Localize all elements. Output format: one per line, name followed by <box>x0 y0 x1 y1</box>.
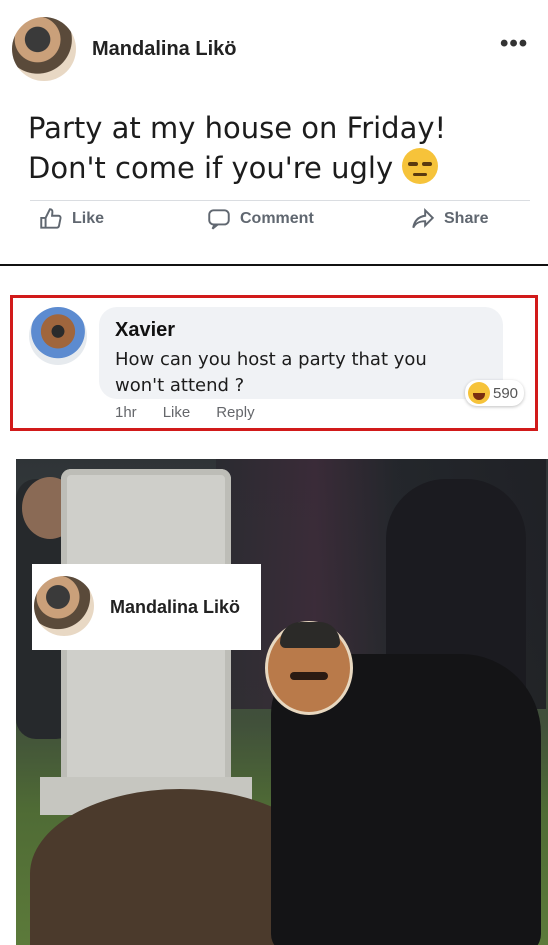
post-author[interactable]: Mandalina Likö <box>92 38 236 61</box>
haha-reaction-icon <box>468 382 490 404</box>
meme-image: Mandalina Likö <box>16 459 548 945</box>
reaction-count: 590 <box>493 384 519 402</box>
comment-time: 1hr <box>115 404 137 421</box>
tag-name: Mandalina Likö <box>110 597 241 617</box>
facebook-post: Mandalina Likö ••• Party at my house on … <box>0 0 548 268</box>
unamused-emoji-icon <box>402 148 439 184</box>
share-label: Share <box>444 210 489 227</box>
like-button[interactable]: Like <box>38 206 104 232</box>
comment-like-link[interactable]: Like <box>163 404 191 421</box>
comment-label: Comment <box>240 210 314 227</box>
share-icon <box>412 207 435 229</box>
commenter-avatar[interactable] <box>29 307 87 365</box>
comment-bubble: Xavier How can you host a party that you… <box>99 307 503 399</box>
comment-meta: 1hr Like Reply <box>115 404 255 421</box>
pasted-face <box>265 621 353 715</box>
highlighted-comment: Xavier How can you host a party that you… <box>10 295 538 431</box>
comment-icon <box>208 209 230 230</box>
post-body-line2: Don't come if you're ugly <box>28 151 394 185</box>
reaction-badge[interactable]: 590 <box>465 380 525 406</box>
divider <box>30 200 530 201</box>
post-body: Party at my house on Friday! Don't come … <box>28 108 528 188</box>
post-body-line1: Party at my house on Friday! <box>28 111 447 145</box>
tag-avatar <box>34 576 94 636</box>
comment-author[interactable]: Xavier <box>115 319 175 342</box>
comment-reply-link[interactable]: Reply <box>216 404 254 421</box>
post-body-line2-wrap: Don't come if you're ugly <box>28 148 528 188</box>
author-avatar[interactable] <box>12 17 76 81</box>
more-options-icon[interactable]: ••• <box>500 30 528 58</box>
comment-button[interactable]: Comment <box>206 206 314 232</box>
like-label: Like <box>72 210 105 227</box>
share-button[interactable]: Share <box>410 206 488 232</box>
grave-name-tag: Mandalina Likö <box>32 564 261 650</box>
comment-text: How can you host a party that you won't … <box>115 349 427 396</box>
post-actions: Like Comment Share <box>0 206 548 246</box>
thumbs-up-icon <box>40 208 62 229</box>
section-separator <box>0 264 548 266</box>
